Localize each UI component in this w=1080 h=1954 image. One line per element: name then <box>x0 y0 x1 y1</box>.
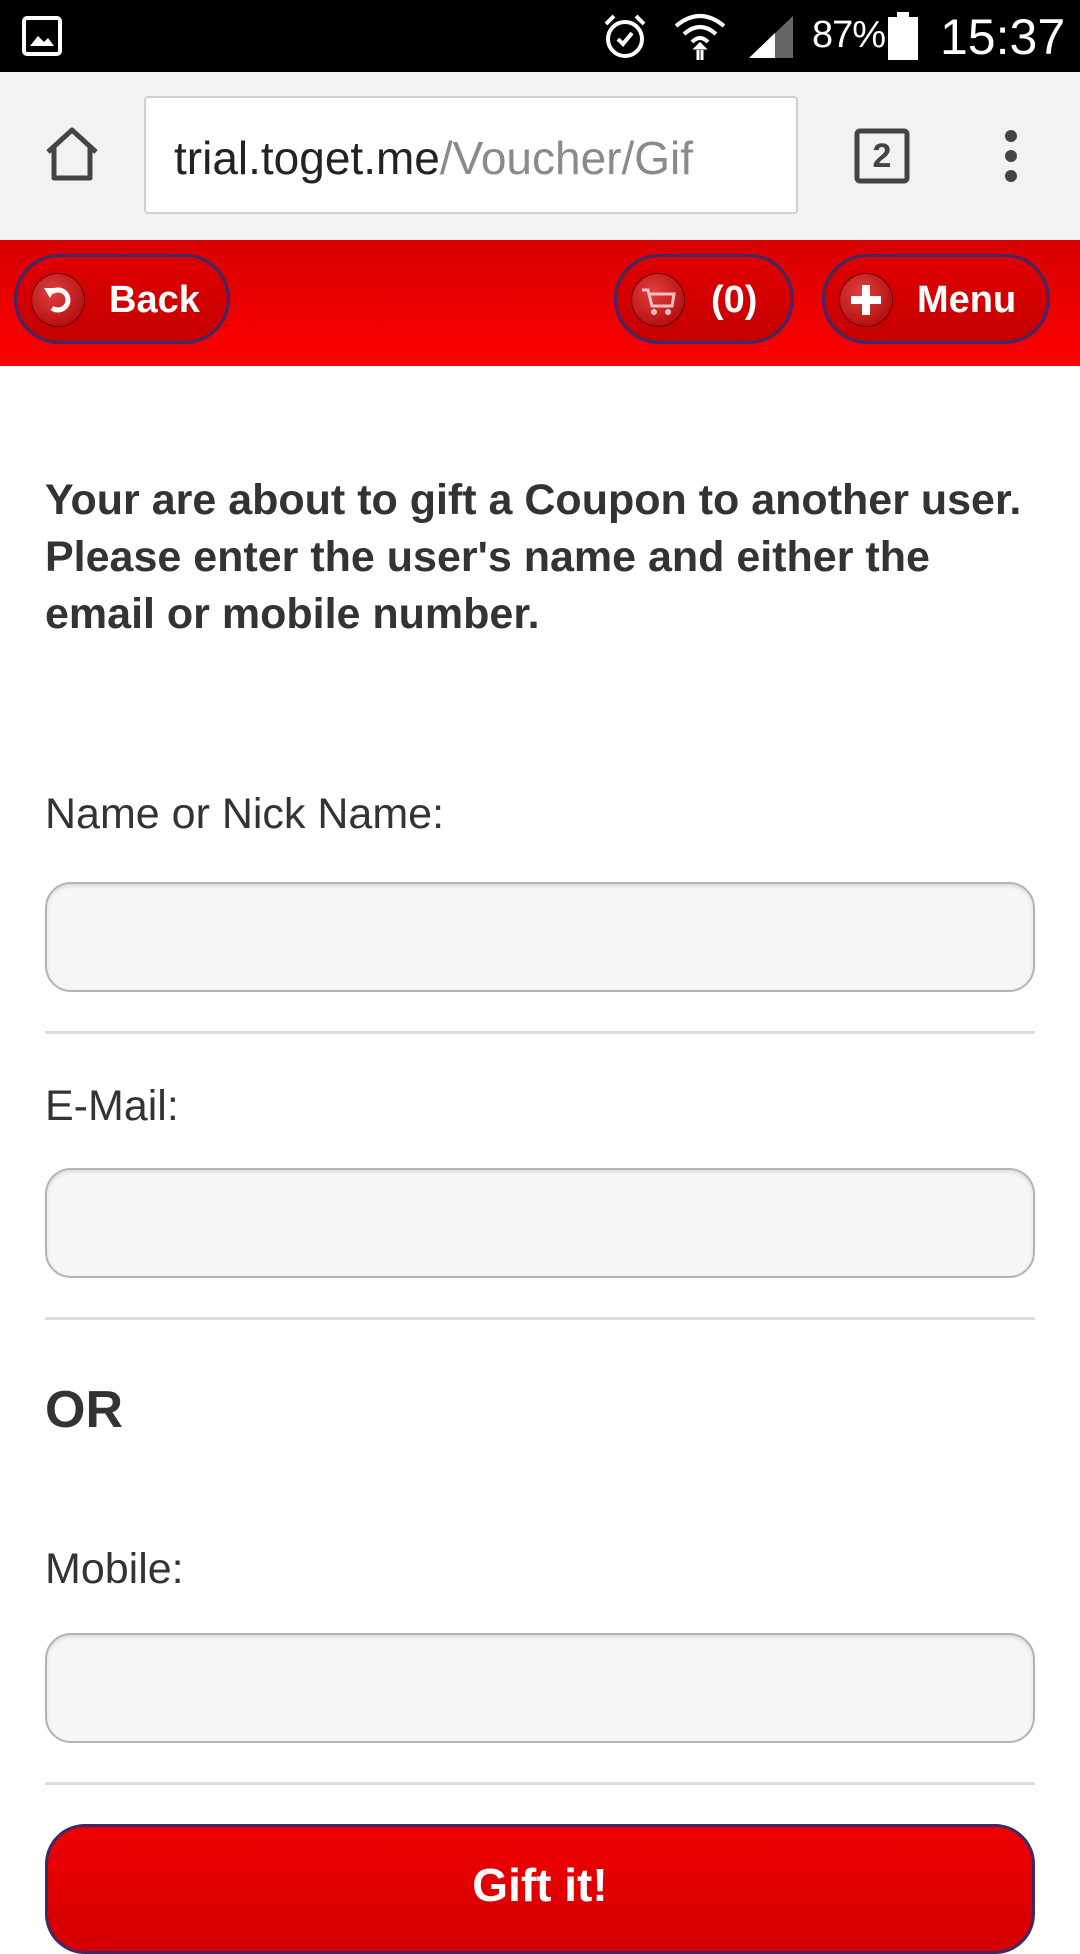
site-nav-bar: Back (0) Menu <box>0 240 1080 366</box>
back-arrow-icon <box>31 273 85 327</box>
gallery-icon <box>22 16 62 56</box>
battery-icon <box>888 12 918 60</box>
mobile-input[interactable] <box>45 1633 1035 1743</box>
clock: 15:37 <box>940 9 1066 65</box>
url-text: trial.toget.me/Voucher/Gif <box>174 131 693 185</box>
or-separator: OR <box>45 1381 123 1439</box>
menu-button[interactable]: Menu <box>822 254 1050 344</box>
divider <box>45 1782 1035 1785</box>
email-input[interactable] <box>45 1168 1035 1278</box>
address-bar[interactable]: trial.toget.me/Voucher/Gif <box>144 96 798 214</box>
cart-icon <box>631 273 685 327</box>
mobile-label: Mobile: <box>45 1545 184 1593</box>
status-bar: 87% 15:37 <box>0 0 1080 72</box>
name-label: Name or Nick Name: <box>45 790 445 838</box>
url-path: /Voucher/Gif <box>439 132 694 184</box>
name-input[interactable] <box>45 882 1035 992</box>
url-domain: trial.toget.me <box>174 132 440 184</box>
back-button[interactable]: Back <box>14 254 230 344</box>
battery-percent: 87% <box>812 14 886 56</box>
divider <box>45 1317 1035 1320</box>
intro-text: Your are about to gift a Coupon to anoth… <box>45 476 1022 638</box>
cart-count: (0) <box>711 279 758 321</box>
tab-count: 2 <box>872 137 892 175</box>
menu-label: Menu <box>917 279 1017 321</box>
back-label: Back <box>109 279 200 321</box>
signal-icon <box>749 16 793 58</box>
divider <box>45 1031 1035 1034</box>
wifi-icon <box>674 14 726 60</box>
alarm-icon <box>604 14 646 58</box>
plus-icon <box>839 273 893 327</box>
more-options-icon[interactable] <box>996 128 1026 184</box>
cart-button[interactable]: (0) <box>614 254 794 344</box>
email-label: E-Mail: <box>45 1082 179 1130</box>
gift-it-button[interactable]: Gift it! <box>45 1824 1035 1954</box>
browser-toolbar: trial.toget.me/Voucher/Gif 2 <box>0 72 1080 240</box>
home-icon[interactable] <box>40 122 104 186</box>
